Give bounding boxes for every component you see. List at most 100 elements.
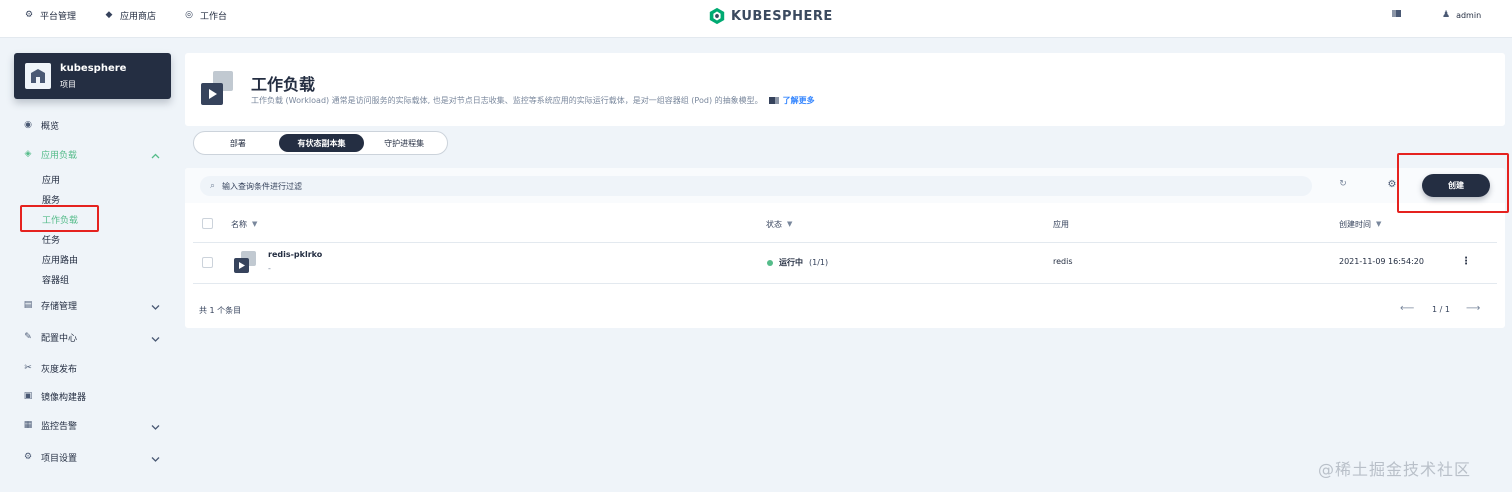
chevron-down-icon[interactable]	[150, 454, 160, 464]
nav-app-store[interactable]: ◆ 应用商店	[104, 0, 156, 30]
status-count: (1/1)	[809, 258, 829, 267]
workbench-icon: ◎	[185, 10, 193, 20]
nav-platform[interactable]: ⚙ 平台管理	[24, 0, 76, 30]
nav-workbench-label: 工作台	[200, 11, 228, 22]
next-page-icon[interactable]: ⟶	[1466, 303, 1480, 314]
status-cell: 运行中 (1/1)	[767, 257, 828, 268]
user-name: admin	[1456, 10, 1482, 20]
sidebar-sub-job[interactable]: 任务	[42, 232, 60, 246]
tab-daemonsets[interactable]: 守护进程集	[364, 134, 444, 152]
page-title: 工作负载	[251, 75, 316, 94]
sidebar-item-monitoring[interactable]: ▦ 监控告警	[22, 417, 77, 433]
highlight-box-workload	[20, 205, 99, 232]
column-label: 应用	[1053, 219, 1069, 229]
kubesphere-logo-icon	[709, 7, 725, 25]
grayscale-icon: ✂	[24, 363, 32, 373]
project-name: kubesphere	[60, 63, 127, 74]
tab-deployments[interactable]: 部署	[197, 134, 279, 152]
column-label: 名称	[231, 219, 247, 229]
statefulset-icon	[234, 251, 256, 273]
workload-name-link[interactable]: redis-pklrko	[268, 250, 322, 259]
sidebar-item-label: 监控告警	[41, 421, 78, 432]
sidebar-item-settings[interactable]: ⚙ 项目设置	[22, 449, 77, 465]
sidebar-item-label: 镜像构建器	[41, 392, 87, 403]
platform-icon: ⚙	[24, 10, 34, 20]
sidebar-item-label: 概览	[41, 121, 60, 132]
total-count: 共 1 个条目	[199, 306, 242, 315]
user-icon: ♟	[1442, 10, 1451, 20]
sidebar-item-label: 存储管理	[41, 301, 78, 312]
app-workload-icon: ◈	[24, 149, 32, 159]
column-label: 状态	[766, 219, 782, 229]
sidebar-item-app-workload[interactable]: ◈ 应用负载	[22, 146, 77, 162]
sidebar-item-label: 灰度发布	[41, 364, 78, 375]
overview-icon: ◉	[24, 120, 32, 130]
row-divider	[193, 242, 1497, 243]
sidebar-item-grayscale[interactable]: ✂ 灰度发布	[22, 360, 77, 376]
app-cell: redis	[1053, 257, 1073, 266]
sidebar-item-label: 应用负载	[41, 150, 78, 161]
row-checkbox[interactable]	[202, 257, 213, 268]
chevron-up-icon[interactable]	[150, 151, 160, 161]
sidebar-sub-pod[interactable]: 容器组	[42, 272, 69, 286]
tab-statefulsets[interactable]: 有状态副本集	[278, 134, 365, 152]
chevron-down-icon[interactable]	[150, 302, 160, 312]
brand-name: KUBESPHERE	[731, 8, 833, 24]
more-options-icon[interactable]: ⋮	[1461, 255, 1471, 267]
nav-app-store-label: 应用商店	[120, 11, 157, 22]
column-header-status[interactable]: 状态 ▼	[766, 218, 792, 230]
monitoring-icon: ▦	[23, 420, 33, 430]
project-icon	[25, 63, 51, 89]
sidebar-sub-route[interactable]: 应用路由	[42, 252, 78, 266]
column-header-name[interactable]: 名称 ▼	[231, 218, 257, 230]
watermark: @稀土掘金技术社区	[1318, 460, 1472, 479]
search-input[interactable]	[222, 181, 1123, 191]
settings-icon: ⚙	[23, 452, 33, 462]
docs-button[interactable]	[1392, 10, 1401, 17]
page-description: 工作负载 (Workload) 通常是访问服务的实际载体, 也是对节点日志收集、…	[251, 95, 815, 106]
status-dot-icon	[767, 259, 773, 266]
chevron-down-icon[interactable]	[150, 334, 160, 344]
sidebar-sub-service[interactable]: 服务	[42, 192, 60, 206]
highlight-box-create	[1397, 153, 1509, 213]
search-icon: ⌕	[210, 181, 216, 191]
workload-alias: -	[268, 264, 271, 273]
learn-more-label: 了解更多	[782, 96, 815, 105]
app-store-icon: ◆	[105, 10, 113, 20]
book-icon	[768, 97, 779, 104]
sidebar-item-overview[interactable]: ◉ 概览	[22, 117, 59, 133]
page-indicator: 1 / 1	[1432, 305, 1450, 314]
sidebar-item-image-builder[interactable]: ▣ 镜像构建器	[22, 388, 86, 404]
project-card[interactable]: kubesphere 项目	[14, 53, 171, 99]
row-divider	[193, 283, 1497, 284]
search-bar[interactable]: ⌕	[200, 176, 1312, 196]
workload-tabs: 部署 有状态副本集 守护进程集	[193, 131, 448, 155]
chevron-down-icon[interactable]	[150, 422, 160, 432]
sidebar-item-config[interactable]: ✎ 配置中心	[22, 329, 77, 345]
column-header-created[interactable]: 创建时间 ▼	[1339, 218, 1381, 230]
kubesphere-logo[interactable]: KUBESPHERE	[708, 6, 833, 26]
prev-page-icon[interactable]: ⟵	[1400, 303, 1414, 314]
sidebar-item-storage[interactable]: ▤ 存储管理	[22, 297, 77, 313]
project-type: 项目	[60, 80, 76, 89]
learn-more-link[interactable]: 了解更多	[768, 95, 815, 106]
book-icon	[1392, 10, 1401, 17]
workload-icon	[201, 71, 233, 105]
sidebar-item-label: 项目设置	[41, 453, 78, 464]
top-bar: ⚙ 平台管理 ◆ 应用商店 ◎ 工作台 KUBESPHERE ♟ admin	[0, 0, 1512, 38]
image-builder-icon: ▣	[23, 391, 33, 401]
config-icon: ✎	[24, 332, 32, 342]
nav-platform-label: 平台管理	[40, 11, 77, 22]
sort-caret-icon: ▼	[252, 220, 258, 228]
sort-caret-icon: ▼	[787, 220, 793, 228]
column-label: 创建时间	[1339, 219, 1371, 229]
user-menu[interactable]: ♟ admin	[1442, 10, 1481, 20]
sort-caret-icon: ▼	[1376, 220, 1382, 228]
page-header: 工作负载 工作负载 (Workload) 通常是访问服务的实际载体, 也是对节点…	[185, 53, 1505, 126]
column-header-app: 应用	[1053, 218, 1069, 230]
nav-workbench[interactable]: ◎ 工作台	[184, 0, 227, 30]
sidebar-sub-app[interactable]: 应用	[42, 172, 60, 186]
select-all-checkbox[interactable]	[202, 218, 213, 229]
refresh-icon[interactable]: ↻	[1337, 178, 1349, 190]
storage-icon: ▤	[23, 300, 33, 310]
